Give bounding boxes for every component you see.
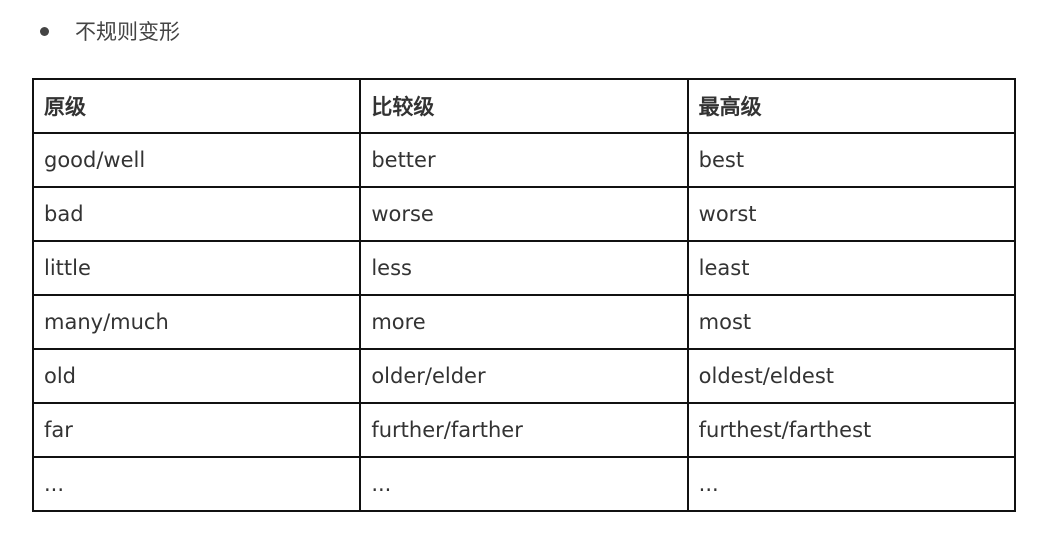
table-cell: worse bbox=[359, 186, 689, 242]
table-cell: better bbox=[359, 132, 689, 188]
table-cell: bad bbox=[31, 186, 362, 242]
table-cell: worst bbox=[686, 186, 1017, 242]
table-cell: good/well bbox=[31, 132, 362, 188]
table-cell: many/much bbox=[31, 294, 362, 350]
table-cell: ... bbox=[359, 456, 689, 512]
table-row: far further/farther furthest/farthest bbox=[31, 402, 1017, 458]
bullet-item: 不规则变形 bbox=[40, 16, 180, 46]
table-row: many/much more most bbox=[31, 294, 1017, 350]
table-cell: ... bbox=[31, 456, 362, 512]
table-row: old older/elder oldest/eldest bbox=[31, 348, 1017, 404]
table-cell: less bbox=[359, 240, 689, 296]
table-row: bad worse worst bbox=[31, 186, 1017, 242]
table-row: little less least bbox=[31, 240, 1017, 296]
header-cell: 原级 bbox=[31, 78, 362, 134]
table-cell: ... bbox=[686, 456, 1017, 512]
table-cell: older/elder bbox=[359, 348, 689, 404]
header-cell: 比较级 bbox=[359, 78, 689, 134]
table-cell: old bbox=[31, 348, 362, 404]
table-cell: further/farther bbox=[359, 402, 689, 458]
table-cell: far bbox=[31, 402, 362, 458]
table-header-row: 原级 比较级 最高级 bbox=[31, 78, 1017, 134]
comparison-table: 原级 比较级 最高级 good/well better best bad worse wo… bbox=[31, 78, 1017, 512]
table-cell: oldest/eldest bbox=[686, 348, 1017, 404]
bullet-icon bbox=[40, 26, 49, 36]
table-row: ......... bbox=[31, 456, 1017, 512]
bullet-text: 不规则变形 bbox=[75, 20, 180, 44]
table-cell: little bbox=[31, 240, 362, 296]
header-cell: 最高级 bbox=[686, 78, 1017, 134]
table-cell: most bbox=[686, 294, 1017, 350]
table-cell: best bbox=[686, 132, 1017, 188]
table-cell: more bbox=[359, 294, 689, 350]
table-row: good/well better best bbox=[31, 132, 1017, 188]
table-cell: least bbox=[686, 240, 1017, 296]
table-cell: furthest/farthest bbox=[686, 402, 1017, 458]
